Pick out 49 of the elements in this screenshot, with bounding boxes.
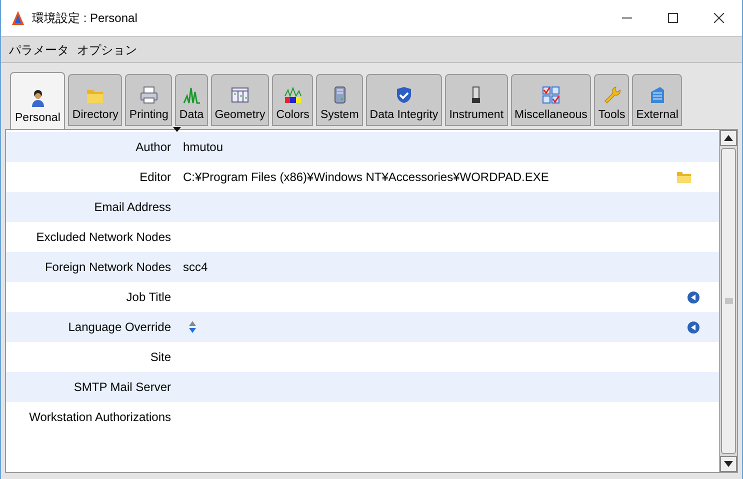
scroll-down-button[interactable] <box>720 456 737 472</box>
property-label: SMTP Mail Server <box>72 379 171 396</box>
tab-icon <box>602 86 621 104</box>
tab[interactable]: Data Integrity <box>366 74 442 126</box>
tab[interactable]: Data <box>175 74 208 126</box>
tab-icon <box>230 86 249 104</box>
tab-icon <box>182 86 201 104</box>
scroll-thumb[interactable] <box>721 148 736 454</box>
down-arrow-icon <box>724 461 733 467</box>
tab-icon <box>542 86 560 104</box>
tab-icon <box>140 86 158 104</box>
property-label: Editor <box>138 169 171 186</box>
tab[interactable]: Miscellaneous <box>510 74 592 126</box>
tab[interactable]: System <box>316 74 363 126</box>
scroll-up-button[interactable] <box>720 130 737 146</box>
app-logo-icon <box>10 10 26 26</box>
property-value[interactable]: scc4 <box>183 258 208 276</box>
property-label: Site <box>149 349 171 366</box>
dropdown-icon[interactable] <box>687 320 700 334</box>
scrollbar[interactable] <box>719 130 737 472</box>
tab-icon <box>648 86 666 104</box>
dropdown-icon[interactable] <box>687 290 700 304</box>
up-arrow-icon <box>724 135 733 141</box>
tab[interactable]: Personal <box>10 72 66 129</box>
property-label: Author <box>134 139 171 156</box>
spinner-icon[interactable] <box>189 321 196 333</box>
window-title: 環境設定 : Personal <box>32 10 138 27</box>
property-label: Language Override <box>67 319 171 336</box>
tab[interactable]: External <box>632 74 682 126</box>
maximize-icon <box>668 13 678 23</box>
property-value[interactable]: hmutou <box>183 138 224 156</box>
grip-icon <box>724 298 732 304</box>
property-value[interactable]: C:¥Program Files (x86)¥Windows NT¥Accessories¥WORDPAD.EXE <box>183 168 549 186</box>
tab[interactable]: Colors <box>272 74 314 126</box>
tab[interactable]: Printing <box>125 74 172 126</box>
tab[interactable]: Geometry <box>210 74 270 126</box>
tab[interactable]: Tools <box>594 74 630 126</box>
menu-item[interactable]: オプション <box>77 40 137 58</box>
property-label: Email Address <box>93 199 171 216</box>
tab-icon <box>394 86 413 104</box>
property-label: Foreign Network Nodes <box>44 259 171 276</box>
property-label: Excluded Network Nodes <box>35 229 171 246</box>
tab-icon <box>284 86 302 104</box>
property-label: Workstation Authorizations <box>28 409 171 426</box>
menu-item[interactable]: パラメータ <box>9 40 69 58</box>
close-icon <box>714 13 724 23</box>
tab[interactable]: Directory <box>68 74 122 126</box>
property-label: Job Title <box>125 289 171 306</box>
tab[interactable]: Instrument <box>445 74 508 126</box>
